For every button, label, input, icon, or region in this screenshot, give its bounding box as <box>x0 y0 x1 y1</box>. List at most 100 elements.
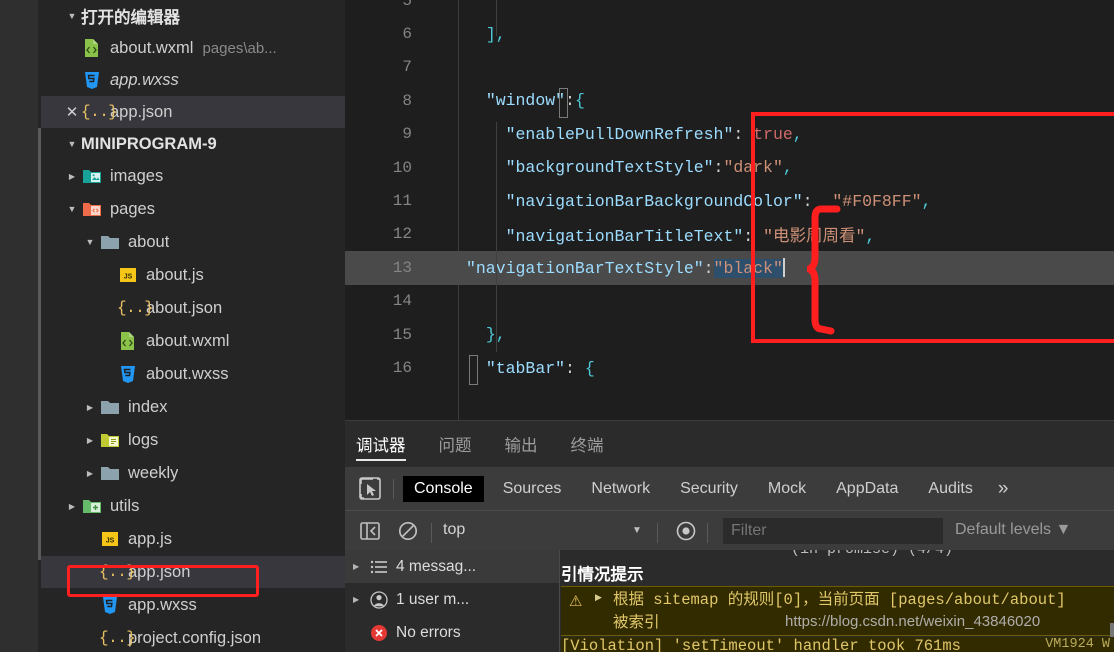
chevron-down-icon[interactable] <box>81 238 99 247</box>
chevron-down-icon[interactable]: ▼ <box>632 525 642 536</box>
expand-arrow-icon[interactable]: ▶ <box>595 593 602 603</box>
tree-item-label: about.wxml <box>146 331 230 350</box>
console-tabs[interactable]: Console Sources Network Security Mock AppData… <box>403 467 1014 510</box>
chevron-down-icon[interactable] <box>63 140 81 149</box>
tree-item-about.wxss[interactable]: about.wxss <box>41 358 345 390</box>
editor-line-14[interactable]: 14 <box>345 285 1114 318</box>
open-editor-item-app.wxss[interactable]: app.wxss <box>41 64 345 96</box>
inspect-element-icon[interactable] <box>357 476 383 501</box>
tree-item-logs[interactable]: logs <box>41 424 345 456</box>
console-output[interactable]: (in promise) (4/4) 引情况提示 ⚠ ▶ 根据 sitemap … <box>561 550 1114 652</box>
chevron-right-icon[interactable] <box>81 436 99 445</box>
devtools-tab-strip[interactable]: 调试器 问题 输出 终端 <box>345 421 637 467</box>
editor-line-9[interactable]: 9 "enablePullDownRefresh": true, <box>345 118 1114 151</box>
open-editor-item-app.json[interactable]: ✕ app.json <box>41 96 345 128</box>
tree-item-project.config.json[interactable]: project.config.json <box>41 622 345 652</box>
console-tab-mock[interactable]: Mock <box>757 476 817 502</box>
tree-item-app.js[interactable]: JS app.js <box>41 523 345 555</box>
editor-line-6[interactable]: 6 ], <box>345 17 1114 50</box>
user-icon <box>370 590 396 609</box>
tree-item-index[interactable]: index <box>41 391 345 423</box>
editor-line-13[interactable]: 13 "navigationBarTextStyle":"black" <box>345 251 1114 285</box>
chevron-right-icon[interactable] <box>81 403 99 412</box>
close-icon[interactable]: ✕ <box>63 105 81 120</box>
line-number: 5 <box>402 0 412 10</box>
execution-context-select[interactable]: top <box>443 521 638 539</box>
open-editor-item-about.wxml[interactable]: about.wxml pages\ab... <box>41 32 345 64</box>
devtools-tab-终端[interactable]: 终端 <box>571 421 604 467</box>
chevron-right-icon[interactable] <box>81 469 99 478</box>
editor-line-5[interactable]: 5 <box>345 0 1114 17</box>
tree-item-app.json[interactable]: app.json <box>41 556 345 588</box>
expand-arrow-icon[interactable]: ▶ <box>353 562 370 571</box>
chevron-right-icon[interactable] <box>63 172 81 181</box>
warning-icon: ⚠ <box>569 594 583 611</box>
line-code: "navigationBarTextStyle":"black" <box>466 257 785 278</box>
devtools-tab-输出[interactable]: 输出 <box>505 421 538 467</box>
open-editors-header[interactable]: 打开的编辑器 <box>41 0 345 32</box>
console-tab-security[interactable]: Security <box>669 476 749 502</box>
console-clipped-text: (in promise) (4/4) <box>791 550 953 558</box>
line-number: 12 <box>392 225 412 244</box>
console-violation-source[interactable]: VM1924 W <box>1045 637 1110 652</box>
editor-line-10[interactable]: 10 "backgroundTextStyle":"dark", <box>345 151 1114 184</box>
tree-item-about.wxml[interactable]: about.wxml <box>41 325 345 357</box>
devtools-tab-调试器[interactable]: 调试器 <box>356 421 406 467</box>
clear-console-icon[interactable] <box>397 520 419 542</box>
console-clipped-line: (in promise) (4/4) <box>561 550 1114 560</box>
line-number: 7 <box>402 58 412 77</box>
log-levels-select[interactable]: Default levels ▼ <box>955 521 1071 539</box>
console-tab-audits[interactable]: Audits <box>917 476 983 502</box>
editor-line-15[interactable]: 15 }, <box>345 318 1114 351</box>
console-summary-list-icon[interactable]: ▶ 4 messag... <box>345 550 559 583</box>
tree-item-label: about.json <box>146 298 223 317</box>
code-editor[interactable]: 5 6 ], 7 8 "window":{9 "enablePullDownRefre… <box>345 0 1114 420</box>
chevron-down-icon[interactable] <box>63 12 81 21</box>
wxss-file-icon <box>117 364 139 384</box>
tree-item-about.json[interactable]: about.json <box>41 292 345 324</box>
expand-arrow-icon[interactable]: ▶ <box>353 595 370 604</box>
line-code: "tabBar": { <box>485 358 595 378</box>
editor-line-12[interactable]: 12 "navigationBarTitleText": "电影周周看", <box>345 218 1114 251</box>
line-number: 15 <box>392 325 412 344</box>
tree-item-utils[interactable]: utils <box>41 490 345 522</box>
json-file-icon <box>117 298 139 318</box>
editor-line-11[interactable]: 11 "navigationBarBackgroundColor": "#F0F… <box>345 184 1114 217</box>
devtools-tab-问题[interactable]: 问题 <box>439 421 472 467</box>
more-tabs-icon[interactable]: » <box>992 478 1015 500</box>
bracket-match-highlight <box>559 88 568 118</box>
tree-item-about[interactable]: about <box>41 226 345 258</box>
toolbar-divider <box>393 479 394 499</box>
tree-item-weekly[interactable]: weekly <box>41 457 345 489</box>
tree-item-label: app.js <box>128 529 173 548</box>
editor-line-16[interactable]: 16 "tabBar": { <box>345 351 1114 384</box>
console-tab-console[interactable]: Console <box>403 475 484 502</box>
console-violation-entry[interactable]: [Violation] 'setTimeout' handler took 76… <box>561 637 1114 652</box>
chevron-right-icon[interactable] <box>63 502 81 511</box>
console-message-summary[interactable]: ▶ 4 messag... ▶ 1 user m... No errors <box>345 550 560 652</box>
line-code: "backgroundTextStyle":"dark", <box>505 158 793 178</box>
tree-item-app.wxss[interactable]: app.wxss <box>41 589 345 621</box>
editor-line-7[interactable]: 7 <box>345 51 1114 84</box>
sidebar-toggle-icon[interactable] <box>359 520 381 542</box>
eye-icon[interactable] <box>675 520 697 542</box>
folder-images-icon <box>81 166 103 186</box>
console-tab-appdata[interactable]: AppData <box>825 476 909 502</box>
console-tab-sources[interactable]: Sources <box>492 476 573 502</box>
editor-line-8[interactable]: 8 "window":{ <box>345 84 1114 117</box>
console-filter-input[interactable] <box>723 518 943 544</box>
console-body: ▶ 4 messag... ▶ 1 user m... No errors (in pr… <box>345 550 1114 652</box>
tree-item-about.js[interactable]: JS about.js <box>41 259 345 291</box>
project-root-header[interactable]: MINIPROGRAM-9 <box>41 128 345 160</box>
console-tab-network[interactable]: Network <box>580 476 661 502</box>
open-editor-path: pages\ab... <box>202 39 277 57</box>
folder-plain-icon <box>99 463 121 483</box>
warning-line-1: 根据 sitemap 的规则[0]，当前页面 [pages/about/abou… <box>613 591 1066 609</box>
chevron-down-icon[interactable] <box>63 205 81 214</box>
indent-guide <box>496 0 497 36</box>
console-summary-user-icon[interactable]: ▶ 1 user m... <box>345 583 559 616</box>
vscode-window: 打开的编辑器 about.wxml pages\ab... app.wxss ✕ app.… <box>0 0 1114 652</box>
console-summary-error-icon[interactable]: No errors <box>345 616 559 649</box>
tree-item-pages[interactable]: pages <box>41 193 345 225</box>
tree-item-images[interactable]: images <box>41 160 345 192</box>
